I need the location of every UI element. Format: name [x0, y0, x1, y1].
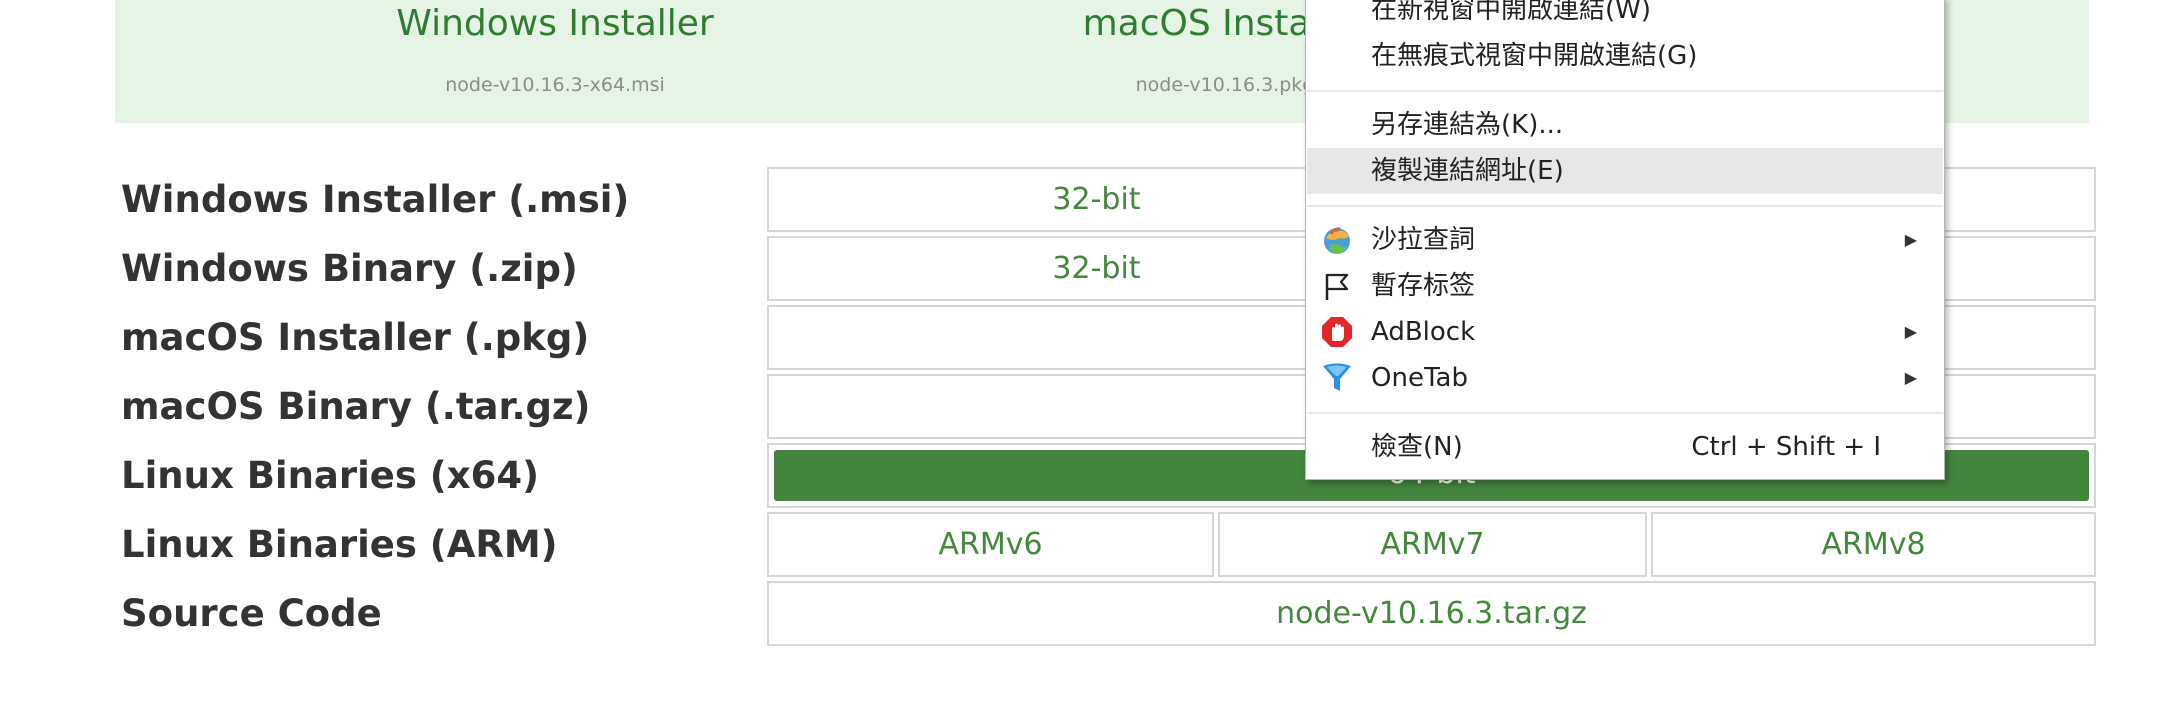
menu-item-open-incognito[interactable]: 在無痕式視窗中開啟連結(G)	[1307, 33, 1943, 79]
download-link-source-label: node-v10.16.3.tar.gz	[1276, 596, 1587, 631]
menu-item-inspect[interactable]: 檢查(N) Ctrl + Shift + I	[1307, 424, 1943, 470]
row-label-macos-installer: macOS Installer (.pkg)	[121, 316, 590, 359]
salad-globe-icon	[1324, 227, 1350, 254]
menu-item-salad-lookup[interactable]: 沙拉查詞 ▶	[1307, 217, 1943, 263]
download-link-armv6[interactable]: ARMv6	[767, 512, 1214, 577]
submenu-arrow-icon: ▶	[1904, 322, 1917, 341]
row-label-linux-arm: Linux Binaries (ARM)	[121, 523, 558, 566]
row-label-source-code: Source Code	[121, 592, 382, 635]
menu-item-copy-link-address[interactable]: 複製連結網址(E)	[1307, 148, 1943, 194]
menu-item-open-new-window-label: 在新視窗中開啟連結(W)	[1371, 0, 1651, 25]
menu-item-open-incognito-label: 在無痕式視窗中開啟連結(G)	[1371, 41, 1698, 71]
windows-installer-file: node-v10.16.3-x64.msi	[445, 74, 665, 96]
download-link-armv7[interactable]: ARMv7	[1218, 512, 1647, 577]
windows-installer-card[interactable]: Windows Installer node-v10.16.3-x64.msi	[225, 0, 885, 97]
menu-item-adblock-label: AdBlock	[1371, 317, 1476, 347]
menu-item-adblock[interactable]: AdBlock ▶	[1307, 309, 1943, 355]
download-link-armv6-label: ARMv6	[938, 527, 1043, 562]
menu-item-onetab[interactable]: OneTab ▶	[1307, 355, 1943, 401]
menu-item-copy-link-address-label: 複製連結網址(E)	[1371, 156, 1564, 186]
adblock-hand-icon	[1322, 317, 1352, 347]
menu-item-save-link-as-label: 另存連結為(K)...	[1371, 110, 1564, 140]
inspect-shortcut: Ctrl + Shift + I	[1691, 432, 1881, 462]
submenu-arrow-icon: ▶	[1904, 368, 1917, 387]
row-label-macos-binary: macOS Binary (.tar.gz)	[121, 385, 591, 428]
menu-item-inspect-label: 檢查(N)	[1371, 432, 1463, 462]
menu-item-salad-lookup-label: 沙拉查詞	[1371, 225, 1476, 255]
row-label-windows-installer: Windows Installer (.msi)	[121, 178, 630, 221]
menu-item-temp-tag[interactable]: 暫存标签	[1307, 263, 1943, 309]
menu-item-onetab-label: OneTab	[1371, 363, 1468, 393]
row-label-windows-binary: Windows Binary (.zip)	[121, 247, 578, 290]
row-label-linux-x64: Linux Binaries (x64)	[121, 454, 539, 497]
submenu-arrow-icon: ▶	[1904, 230, 1917, 249]
onetab-funnel-icon	[1323, 363, 1351, 391]
menu-item-temp-tag-label: 暫存标签	[1371, 271, 1476, 301]
menu-separator	[1307, 90, 1943, 92]
menu-separator	[1307, 205, 1943, 207]
windows-installer-title[interactable]: Windows Installer	[225, 2, 885, 46]
menu-item-save-link-as[interactable]: 另存連結為(K)...	[1307, 102, 1943, 148]
menu-separator	[1307, 412, 1943, 414]
menu-item-open-new-window[interactable]: 在新視窗中開啟連結(W)	[1307, 0, 1943, 33]
context-menu: 在新視窗中開啟連結(W) 在無痕式視窗中開啟連結(G) 另存連結為(K)... …	[1305, 0, 1945, 480]
download-link-armv8[interactable]: ARMv8	[1651, 512, 2096, 577]
download-link-armv8-label: ARMv8	[1821, 527, 1926, 562]
download-link-source[interactable]: node-v10.16.3.tar.gz	[767, 581, 2096, 646]
download-link-armv7-label: ARMv7	[1380, 527, 1485, 562]
flag-icon	[1325, 273, 1349, 300]
